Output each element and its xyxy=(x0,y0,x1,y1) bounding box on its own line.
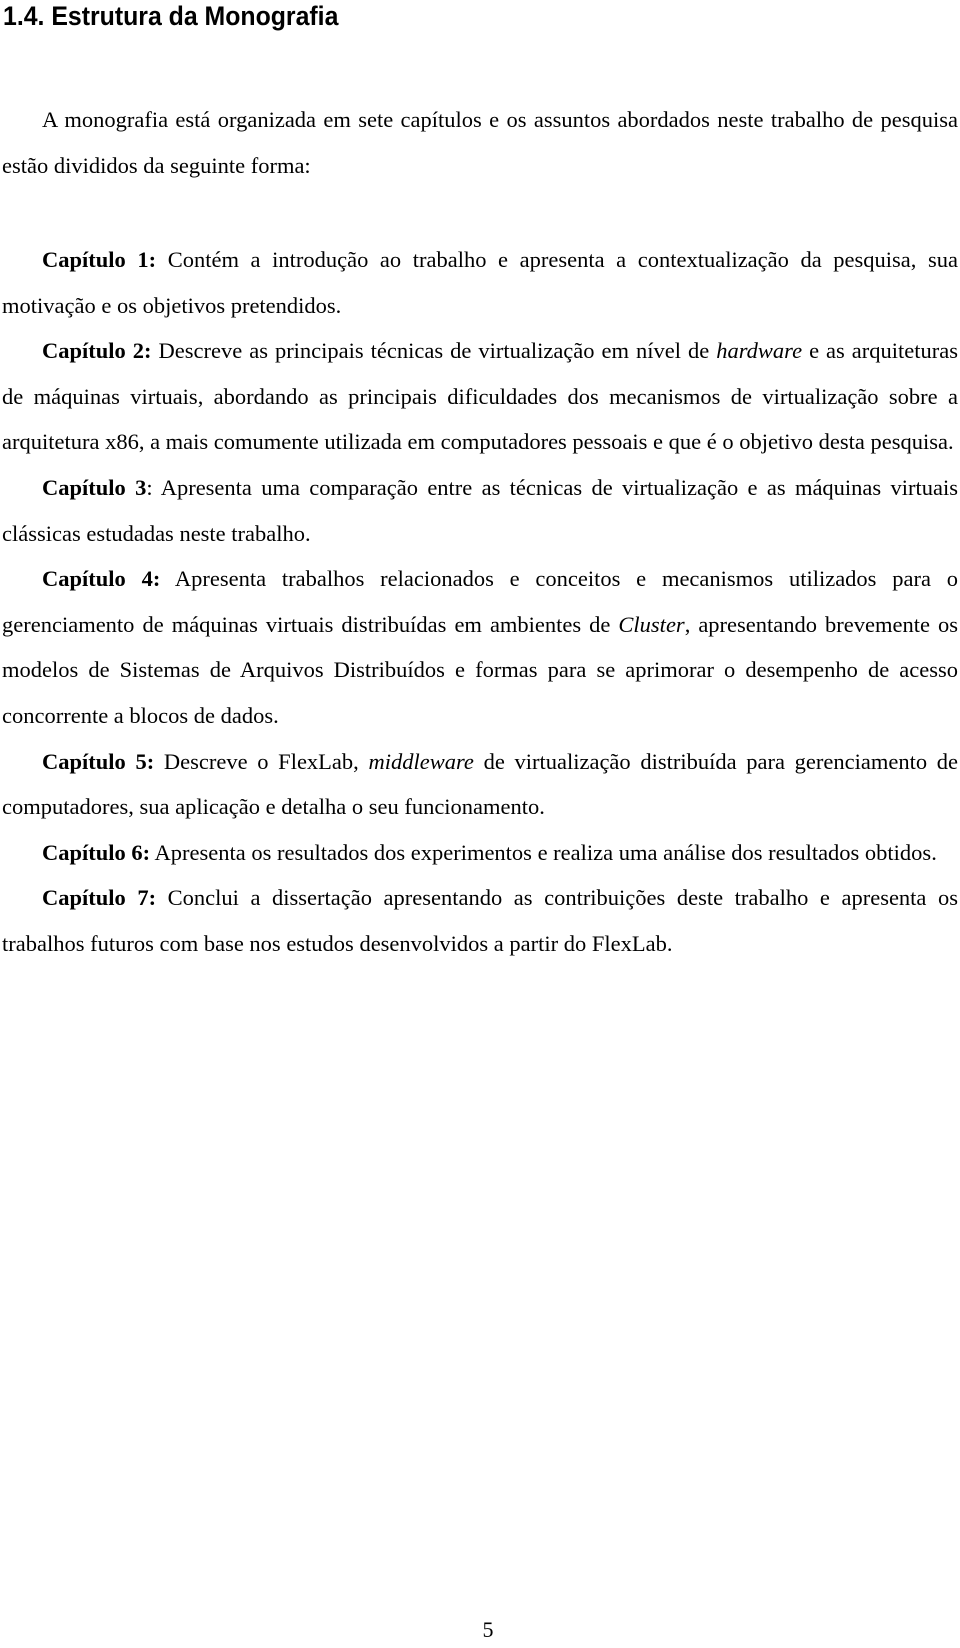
chapter-text: Descreve as principais técnicas de virtu… xyxy=(151,338,717,364)
chapter-text-emphasis: hardware xyxy=(716,338,803,364)
chapter-text-emphasis: middleware xyxy=(368,748,474,774)
chapter-paragraph-7: Capítulo 7: Conclui a dissertação aprese… xyxy=(2,875,958,966)
chapter-text: Apresenta os resultados dos experimentos… xyxy=(150,839,937,865)
chapter-text: Descreve o FlexLab, xyxy=(154,748,369,774)
page-number: 5 xyxy=(482,1617,494,1642)
section-heading: 1.4. Estrutura da Monografia xyxy=(3,1,339,31)
chapter-label: Capítulo 5: xyxy=(42,748,155,774)
chapter-paragraph-3: Capítulo 3: Apresenta uma comparação ent… xyxy=(2,465,958,556)
chapter-paragraph-6: Capítulo 6: Apresenta os resultados dos … xyxy=(2,830,958,876)
chapter-label: Capítulo 1: xyxy=(42,247,157,272)
chapter-label: Capítulo 2: xyxy=(42,338,152,364)
intro-section: A monografia está organizada em sete cap… xyxy=(2,97,958,188)
chapter-paragraph-1: Capítulo 1: Contém a introdução ao traba… xyxy=(2,237,958,328)
chapter-paragraph-4: Capítulo 4: Apresenta trabalhos relacion… xyxy=(2,556,958,738)
chapter-label: Capítulo 3 xyxy=(42,474,147,500)
chapter-label: Capítulo 7: xyxy=(42,885,157,911)
chapter-paragraph-2: Capítulo 2: Descreve as principais técni… xyxy=(2,328,958,465)
chapter-label: Capítulo 6: xyxy=(42,839,151,865)
chapter-text: : Apresenta uma comparação entre as técn… xyxy=(2,474,958,546)
chapter-paragraph-5: Capítulo 5: Descreve o FlexLab, middlewa… xyxy=(2,739,958,830)
chapter-text-emphasis: Cluster xyxy=(618,611,685,637)
chapter-label: Capítulo 4: xyxy=(42,566,161,592)
chapter-list: Capítulo 1: Contém a introdução ao traba… xyxy=(2,237,958,967)
intro-paragraph: A monografia está organizada em sete cap… xyxy=(2,107,958,178)
